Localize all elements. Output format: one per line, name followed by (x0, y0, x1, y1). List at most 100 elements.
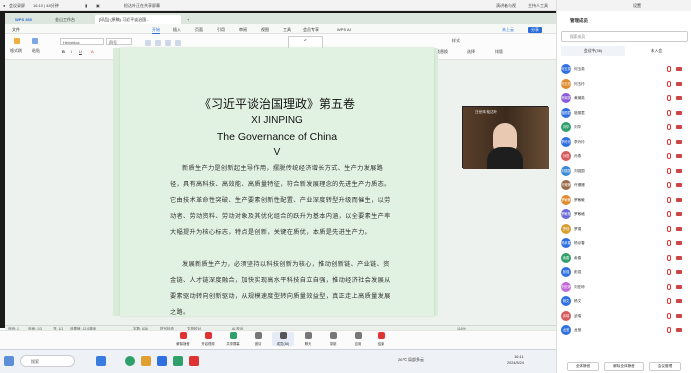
mic-muted-icon[interactable] (667, 66, 671, 72)
host-tools-button[interactable]: 主持人工具 (528, 3, 548, 9)
share-button[interactable]: 分享 (528, 27, 542, 33)
align-left-icon[interactable] (145, 40, 151, 46)
mic-muted-icon[interactable] (667, 240, 671, 246)
camera-off-icon[interactable] (676, 67, 682, 71)
member-row[interactable]: 刘强国 刘强国 (557, 164, 691, 179)
camera-off-icon[interactable] (676, 226, 682, 231)
camera-off-icon[interactable] (676, 313, 682, 318)
mic-muted-icon[interactable] (667, 80, 671, 87)
taskbar-date[interactable]: 2024/5/24 (507, 361, 524, 365)
camera-off-icon[interactable] (676, 270, 682, 274)
mic-muted-icon[interactable] (667, 109, 671, 116)
style-button[interactable]: 样式 (452, 38, 460, 44)
camera-off-icon[interactable] (676, 197, 682, 202)
mic-muted-icon[interactable] (667, 124, 671, 130)
member-row[interactable]: 何玉英 何玉英 (557, 62, 691, 77)
member-row[interactable]: 黄娴英 黄娴英 (557, 91, 691, 106)
wps-icon[interactable] (189, 356, 199, 366)
camera-off-icon[interactable] (676, 241, 682, 245)
member-row[interactable]: 俞春 俞春 (557, 251, 691, 266)
camera-off-icon[interactable] (676, 284, 682, 289)
widgets-icon[interactable] (4, 356, 14, 366)
menu-member[interactable]: 会员专享 (303, 27, 319, 33)
mic-muted-icon[interactable] (667, 254, 671, 261)
taskbar-time[interactable]: 16:11 (514, 354, 524, 359)
weather-status[interactable]: 26℃ 局部多云 (398, 357, 424, 363)
mic-muted-icon[interactable] (667, 298, 671, 304)
record-button[interactable]: 录制 (322, 332, 344, 346)
member-row[interactable]: 孙燕 孙燕 (557, 149, 691, 164)
mic-muted-icon[interactable] (667, 182, 671, 188)
mic-muted-icon[interactable] (667, 312, 671, 319)
end-button[interactable]: 结束 (370, 332, 392, 346)
camera-off-icon[interactable] (676, 212, 682, 216)
menu-page[interactable]: 页面 (195, 27, 203, 33)
line-spacing-icon[interactable] (175, 40, 181, 46)
align-center-icon[interactable] (155, 40, 161, 46)
mic-muted-icon[interactable] (667, 225, 671, 232)
member-row[interactable]: 杨京春 杨京春 (557, 236, 691, 251)
camera-off-icon[interactable] (676, 154, 682, 158)
tab-not-joined[interactable]: 未入会 (625, 46, 688, 56)
new-tab-button[interactable]: + (183, 15, 193, 24)
document-page[interactable]: 《习近平谈治国理政》第五卷 XI JINPING The Governance … (120, 48, 434, 316)
tab-wps365[interactable]: WPS 365 (11, 15, 36, 24)
share-screen-button[interactable]: 共享屏幕 (222, 332, 244, 346)
start-icon[interactable] (96, 356, 106, 366)
camera-off-icon[interactable] (676, 139, 682, 144)
menu-home[interactable]: 开始 (152, 27, 160, 34)
camera-off-icon[interactable] (676, 299, 682, 303)
presenter-video[interactable]: 汪世鸿·检达叶 (462, 106, 549, 169)
folder-icon[interactable] (141, 356, 151, 366)
unmute-button[interactable]: 解除静音 (172, 332, 194, 346)
speaker-view-button[interactable]: 演讲者与视 (496, 3, 516, 9)
meeting-manage-button[interactable]: 会议管理 (649, 362, 681, 371)
mic-muted-icon[interactable] (667, 327, 671, 333)
mic-muted-icon[interactable] (667, 269, 671, 275)
invite-button[interactable]: 邀请 (247, 332, 269, 346)
camera-off-icon[interactable] (676, 125, 682, 129)
tab-workbench[interactable]: 金山工作台 (51, 15, 79, 24)
font-name-select[interactable]: Helvetica (60, 38, 104, 45)
layout-button[interactable]: 排版 (495, 49, 503, 55)
members-button[interactable]: 成员(36) (272, 332, 294, 346)
start-video-button[interactable]: 开启视频 (197, 332, 219, 346)
camera-off-icon[interactable] (676, 81, 682, 86)
camera-off-icon[interactable] (676, 183, 682, 187)
camera-off-icon[interactable] (676, 168, 682, 173)
paste-icon[interactable] (32, 38, 38, 44)
tab-document[interactable]: [印品] (原稿) 习近平谈治国... (95, 15, 181, 24)
menu-tools[interactable]: 工具 (283, 27, 291, 33)
format-painter-icon[interactable] (14, 38, 20, 44)
underline-button[interactable]: U (79, 49, 82, 54)
mic-muted-icon[interactable] (667, 138, 671, 145)
member-row[interactable]: 李玲玲 李玲玲 (557, 135, 691, 150)
chat-button[interactable]: 聊天 (297, 332, 319, 346)
select-button[interactable]: 选择 (467, 49, 475, 55)
member-row[interactable]: 罗敏敏 罗敏敏 (557, 193, 691, 208)
menu-insert[interactable]: 插入 (173, 27, 181, 33)
font-color-button[interactable]: A (91, 49, 94, 54)
unmute-all-button[interactable]: 解除全体静音 (604, 362, 644, 371)
member-row[interactable]: 武瑞 武瑞 (557, 309, 691, 324)
bold-button[interactable]: B (62, 49, 65, 54)
settings-button[interactable]: 设置 (633, 3, 641, 9)
app-icon-1[interactable] (125, 356, 135, 366)
menu-wps-ai[interactable]: WPS AI (337, 27, 351, 32)
member-row[interactable]: 罗瑾 罗瑾 (557, 222, 691, 237)
mic-muted-icon[interactable] (667, 153, 671, 159)
align-right-icon[interactable] (165, 40, 171, 46)
cloud-status[interactable]: 未上云 (502, 27, 514, 33)
taskbar-search[interactable]: 搜索 (20, 355, 75, 367)
tab-in-meeting[interactable]: 会议中(36) (561, 46, 625, 56)
member-row[interactable]: 龙莹 龙莹 (557, 323, 691, 338)
mute-all-button[interactable]: 全体静音 (567, 362, 599, 371)
menu-reference[interactable]: 引用 (217, 27, 225, 33)
member-search-input[interactable]: 搜索成员 (561, 31, 688, 42)
mic-muted-icon[interactable] (667, 283, 671, 290)
mic-muted-icon[interactable] (667, 196, 671, 203)
member-row[interactable]: 施丽君 施丽君 (557, 106, 691, 121)
member-row[interactable]: 刘亚琼 刘亚琼 (557, 280, 691, 295)
edge-icon[interactable] (157, 356, 167, 366)
member-row[interactable]: 彭强 彭强 (557, 265, 691, 280)
